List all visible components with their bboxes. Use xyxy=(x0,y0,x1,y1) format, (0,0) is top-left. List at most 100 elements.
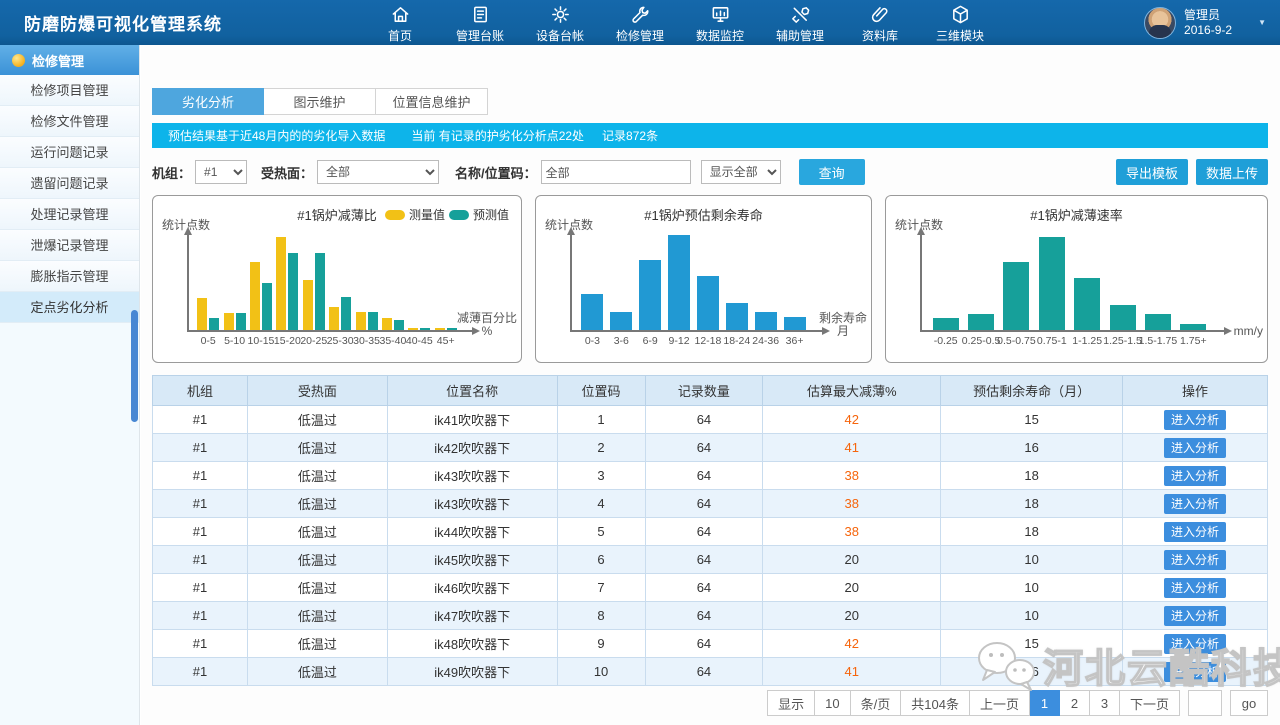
cell-action: 进入分析 xyxy=(1123,602,1268,630)
cell-surface: 低温过 xyxy=(247,546,387,574)
enter-analysis-button[interactable]: 进入分析 xyxy=(1164,522,1226,542)
surface-select[interactable]: 全部 xyxy=(317,160,439,184)
enter-analysis-button[interactable]: 进入分析 xyxy=(1164,578,1226,598)
bar-group: 10-15 xyxy=(250,262,272,330)
bar-group: -0.25 xyxy=(933,318,959,330)
pagination: 显示10条/页共104条上一页123下一页go xyxy=(767,690,1268,716)
x-tick-label: 40-45 xyxy=(406,335,433,347)
topnav-item-gear[interactable]: 设备台帐 xyxy=(520,2,600,44)
cell-life: 15 xyxy=(941,406,1123,434)
cell-code: 9 xyxy=(557,630,645,658)
sidebar-item-7[interactable]: 定点劣化分析 xyxy=(0,292,139,323)
tab-0[interactable]: 劣化分析 xyxy=(152,88,264,115)
cell-code: 3 xyxy=(557,462,645,490)
bar xyxy=(697,276,719,330)
topnav-item-ledger[interactable]: 管理台账 xyxy=(440,2,520,44)
topnav-item-tools[interactable]: 辅助管理 xyxy=(760,2,840,44)
x-axis xyxy=(187,330,473,332)
display-select[interactable]: 显示全部 xyxy=(701,160,781,184)
cell-thin: 38 xyxy=(763,490,941,518)
sidebar-item-2[interactable]: 运行问题记录 xyxy=(0,137,139,168)
topnav-item-monitor[interactable]: 数据监控 xyxy=(680,2,760,44)
cell-surface: 低温过 xyxy=(247,602,387,630)
enter-analysis-button[interactable]: 进入分析 xyxy=(1164,634,1226,654)
table-row: #1低温过ik45吹吹器下6642010进入分析 xyxy=(153,546,1268,574)
enter-analysis-button[interactable]: 进入分析 xyxy=(1164,662,1226,682)
sidebar-item-0[interactable]: 检修项目管理 xyxy=(0,75,139,106)
x-tick-label: 35-40 xyxy=(379,335,406,347)
export-template-button[interactable]: 导出模板 xyxy=(1116,159,1188,185)
topnav-item-home[interactable]: 首页 xyxy=(360,2,440,44)
x-tick-label: 1.25-1.5 xyxy=(1103,335,1142,347)
query-button[interactable]: 查询 xyxy=(799,159,865,185)
x-tick-label: 6-9 xyxy=(643,335,658,347)
enter-analysis-button[interactable]: 进入分析 xyxy=(1164,494,1226,514)
x-tick-label: 24-36 xyxy=(752,335,779,347)
tab-2[interactable]: 位置信息维护 xyxy=(376,88,488,115)
cell-thin: 20 xyxy=(763,546,941,574)
table-row: #1低温过ik48吹吹器下9644215进入分析 xyxy=(153,630,1268,658)
enter-analysis-button[interactable]: 进入分析 xyxy=(1164,606,1226,626)
cell-code: 8 xyxy=(557,602,645,630)
monitor-icon xyxy=(710,4,731,25)
pager-prev-button[interactable]: 上一页 xyxy=(970,690,1030,716)
bar xyxy=(610,312,632,330)
cell-action: 进入分析 xyxy=(1123,546,1268,574)
analysis-table: 机组受热面位置名称位置码记录数量估算最大减薄%预估剩余寿命（月）操作 #1低温过… xyxy=(152,375,1268,686)
sidebar-item-6[interactable]: 膨胀指示管理 xyxy=(0,261,139,292)
topnav-item-cube[interactable]: 三维模块 xyxy=(920,2,1000,44)
user-avatar[interactable] xyxy=(1144,7,1176,39)
topnav-label: 首页 xyxy=(388,27,412,44)
name-code-input[interactable] xyxy=(541,160,691,184)
data-upload-button[interactable]: 数据上传 xyxy=(1196,159,1268,185)
enter-analysis-button[interactable]: 进入分析 xyxy=(1164,550,1226,570)
cell-surface: 低温过 xyxy=(247,406,387,434)
pager-unit-label: 条/页 xyxy=(851,690,902,716)
pager-page-3[interactable]: 3 xyxy=(1090,690,1120,716)
enter-analysis-button[interactable]: 进入分析 xyxy=(1164,410,1226,430)
cell-records: 64 xyxy=(645,490,763,518)
bar xyxy=(435,328,445,330)
cell-thin: 42 xyxy=(763,406,941,434)
pager-next-button[interactable]: 下一页 xyxy=(1120,690,1180,716)
cell-unit: #1 xyxy=(153,462,248,490)
col-header-0: 机组 xyxy=(153,376,248,406)
pager-goto-input[interactable] xyxy=(1188,690,1222,716)
pager-go-button[interactable]: go xyxy=(1230,690,1268,716)
chevron-down-icon[interactable]: ▼ xyxy=(1258,18,1266,27)
tab-1[interactable]: 图示维护 xyxy=(264,88,376,115)
unit-select[interactable]: #1 xyxy=(195,160,247,184)
sidebar-item-5[interactable]: 泄爆记录管理 xyxy=(0,230,139,261)
x-axis-unit: mm/y xyxy=(1234,325,1263,338)
sidebar-item-3[interactable]: 遗留问题记录 xyxy=(0,168,139,199)
paperclip-icon xyxy=(870,4,891,25)
cell-thin: 38 xyxy=(763,518,941,546)
topnav-item-paperclip[interactable]: 资料库 xyxy=(840,2,920,44)
notice-part2: 当前 有记录的护劣化分析点22处 xyxy=(411,127,584,144)
pager-page-1[interactable]: 1 xyxy=(1030,690,1060,716)
sidebar-scrollbar-thumb[interactable] xyxy=(131,310,138,422)
pager-page-2[interactable]: 2 xyxy=(1060,690,1090,716)
sidebar-item-4[interactable]: 处理记录管理 xyxy=(0,199,139,230)
user-box[interactable]: 管理员 2016-9-2 ▼ xyxy=(1144,0,1266,45)
bar-group: 9-12 xyxy=(668,235,690,330)
gear-icon xyxy=(550,4,571,25)
bar-group: 18-24 xyxy=(726,303,748,330)
x-tick-label: 18-24 xyxy=(723,335,750,347)
cell-unit: #1 xyxy=(153,518,248,546)
cell-name: ik49吹吹器下 xyxy=(387,658,557,686)
table-row: #1低温过ik47吹吹器下8642010进入分析 xyxy=(153,602,1268,630)
table-body: #1低温过ik41吹吹器下1644215进入分析#1低温过ik42吹吹器下264… xyxy=(153,406,1268,686)
bar xyxy=(1145,314,1171,330)
cell-records: 64 xyxy=(645,630,763,658)
cell-surface: 低温过 xyxy=(247,574,387,602)
cell-life: 15 xyxy=(941,630,1123,658)
bar xyxy=(262,283,272,330)
topnav-item-wrench[interactable]: 检修管理 xyxy=(600,2,680,44)
enter-analysis-button[interactable]: 进入分析 xyxy=(1164,466,1226,486)
col-header-3: 位置码 xyxy=(557,376,645,406)
x-axis xyxy=(920,330,1225,332)
pager-page-size[interactable]: 10 xyxy=(815,690,850,716)
enter-analysis-button[interactable]: 进入分析 xyxy=(1164,438,1226,458)
sidebar-item-1[interactable]: 检修文件管理 xyxy=(0,106,139,137)
